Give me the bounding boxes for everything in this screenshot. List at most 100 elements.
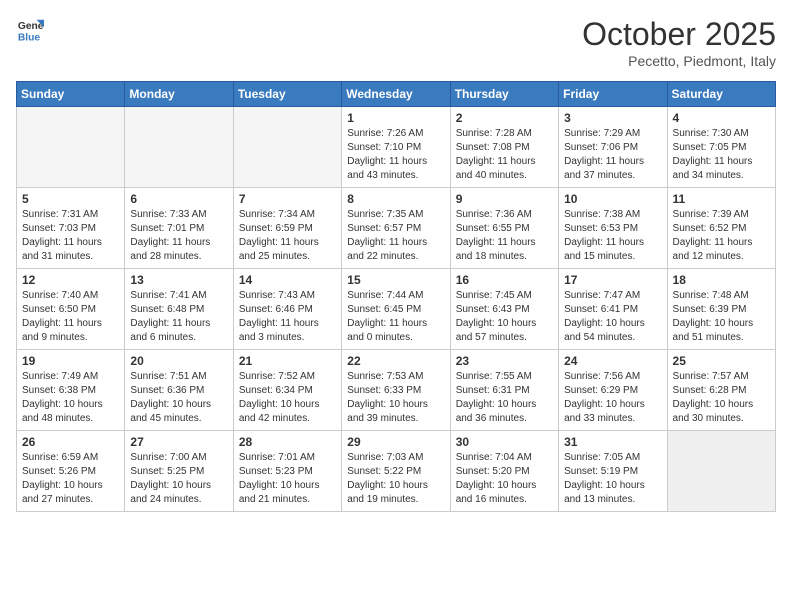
calendar-cell bbox=[667, 431, 775, 512]
page-header: General Blue October 2025 Pecetto, Piedm… bbox=[16, 16, 776, 69]
day-number: 28 bbox=[239, 435, 336, 449]
calendar-cell bbox=[17, 107, 125, 188]
calendar-cell: 22 Sunrise: 7:53 AM Sunset: 6:33 PM Dayli… bbox=[342, 350, 450, 431]
day-number: 1 bbox=[347, 111, 444, 125]
calendar-cell: 14Sunrise: 7:43 AM Sunset: 6:46 PM Dayli… bbox=[233, 269, 341, 350]
day-number: 8 bbox=[347, 192, 444, 206]
calendar-week-row: 5 Sunrise: 7:31 AM Sunset: 7:03 PM Daylig… bbox=[17, 188, 776, 269]
day-number: 20 bbox=[130, 354, 227, 368]
col-sunday: Sunday bbox=[17, 82, 125, 107]
header-row: Sunday Monday Tuesday Wednesday Thursday… bbox=[17, 82, 776, 107]
day-number: 14 bbox=[239, 273, 336, 287]
calendar-cell: 21 Sunrise: 7:52 AM Sunset: 6:34 PM Dayli… bbox=[233, 350, 341, 431]
day-info: Sunrise: 7:55 AM Sunset: 6:31 PM Dayligh… bbox=[456, 370, 553, 426]
calendar-cell: 18 Sunrise: 7:48 AM Sunset: 6:39 PM Dayli… bbox=[667, 269, 775, 350]
day-number: 29 bbox=[347, 435, 444, 449]
day-number: 9 bbox=[456, 192, 553, 206]
svg-text:Blue: Blue bbox=[18, 32, 41, 43]
day-number: 26 bbox=[22, 435, 119, 449]
day-number: 30 bbox=[456, 435, 553, 449]
calendar-cell: 23 Sunrise: 7:55 AM Sunset: 6:31 PM Dayli… bbox=[450, 350, 558, 431]
calendar-cell: 4Sunrise: 7:30 AM Sunset: 7:05 PM Daylig… bbox=[667, 107, 775, 188]
calendar-cell: 11 Sunrise: 7:39 AM Sunset: 6:52 PM Dayli… bbox=[667, 188, 775, 269]
calendar-week-row: 12 Sunrise: 7:40 AM Sunset: 6:50 PM Dayli… bbox=[17, 269, 776, 350]
calendar-cell: 1Sunrise: 7:26 AM Sunset: 7:10 PM Daylig… bbox=[342, 107, 450, 188]
day-number: 7 bbox=[239, 192, 336, 206]
calendar-cell: 12 Sunrise: 7:40 AM Sunset: 6:50 PM Dayli… bbox=[17, 269, 125, 350]
calendar-cell: 7 Sunrise: 7:34 AM Sunset: 6:59 PM Daylig… bbox=[233, 188, 341, 269]
col-friday: Friday bbox=[559, 82, 667, 107]
calendar-cell: 29 Sunrise: 7:03 AM Sunset: 5:22 PM Dayli… bbox=[342, 431, 450, 512]
calendar-week-row: 1Sunrise: 7:26 AM Sunset: 7:10 PM Daylig… bbox=[17, 107, 776, 188]
day-number: 27 bbox=[130, 435, 227, 449]
day-number: 18 bbox=[673, 273, 770, 287]
col-wednesday: Wednesday bbox=[342, 82, 450, 107]
day-info: Sunrise: 7:49 AM Sunset: 6:38 PM Dayligh… bbox=[22, 370, 119, 426]
day-number: 5 bbox=[22, 192, 119, 206]
day-number: 2 bbox=[456, 111, 553, 125]
calendar-cell: 16 Sunrise: 7:45 AM Sunset: 6:43 PM Dayli… bbox=[450, 269, 558, 350]
calendar-cell: 26 Sunrise: 6:59 AM Sunset: 5:26 PM Dayli… bbox=[17, 431, 125, 512]
calendar-cell: 25Sunrise: 7:57 AM Sunset: 6:28 PM Dayli… bbox=[667, 350, 775, 431]
day-info: Sunrise: 7:05 AM Sunset: 5:19 PM Dayligh… bbox=[564, 451, 661, 507]
day-number: 10 bbox=[564, 192, 661, 206]
day-info: Sunrise: 7:53 AM Sunset: 6:33 PM Dayligh… bbox=[347, 370, 444, 426]
day-number: 31 bbox=[564, 435, 661, 449]
day-number: 16 bbox=[456, 273, 553, 287]
day-number: 23 bbox=[456, 354, 553, 368]
day-info: Sunrise: 7:30 AM Sunset: 7:05 PM Dayligh… bbox=[673, 127, 770, 183]
day-info: Sunrise: 7:39 AM Sunset: 6:52 PM Dayligh… bbox=[673, 208, 770, 264]
col-saturday: Saturday bbox=[667, 82, 775, 107]
calendar-cell: 24Sunrise: 7:56 AM Sunset: 6:29 PM Dayli… bbox=[559, 350, 667, 431]
day-info: Sunrise: 7:51 AM Sunset: 6:36 PM Dayligh… bbox=[130, 370, 227, 426]
day-info: Sunrise: 7:40 AM Sunset: 6:50 PM Dayligh… bbox=[22, 289, 119, 345]
day-info: Sunrise: 7:01 AM Sunset: 5:23 PM Dayligh… bbox=[239, 451, 336, 507]
day-number: 19 bbox=[22, 354, 119, 368]
day-info: Sunrise: 7:31 AM Sunset: 7:03 PM Dayligh… bbox=[22, 208, 119, 264]
day-number: 11 bbox=[673, 192, 770, 206]
calendar-cell: 17Sunrise: 7:47 AM Sunset: 6:41 PM Dayli… bbox=[559, 269, 667, 350]
day-number: 12 bbox=[22, 273, 119, 287]
day-info: Sunrise: 7:38 AM Sunset: 6:53 PM Dayligh… bbox=[564, 208, 661, 264]
day-number: 3 bbox=[564, 111, 661, 125]
day-info: Sunrise: 7:52 AM Sunset: 6:34 PM Dayligh… bbox=[239, 370, 336, 426]
day-info: Sunrise: 7:04 AM Sunset: 5:20 PM Dayligh… bbox=[456, 451, 553, 507]
day-number: 21 bbox=[239, 354, 336, 368]
day-number: 24 bbox=[564, 354, 661, 368]
calendar-cell: 13Sunrise: 7:41 AM Sunset: 6:48 PM Dayli… bbox=[125, 269, 233, 350]
calendar-cell: 9Sunrise: 7:36 AM Sunset: 6:55 PM Daylig… bbox=[450, 188, 558, 269]
day-info: Sunrise: 7:03 AM Sunset: 5:22 PM Dayligh… bbox=[347, 451, 444, 507]
calendar-cell: 6 Sunrise: 7:33 AM Sunset: 7:01 PM Daylig… bbox=[125, 188, 233, 269]
calendar-cell bbox=[233, 107, 341, 188]
day-number: 15 bbox=[347, 273, 444, 287]
day-number: 6 bbox=[130, 192, 227, 206]
day-info: Sunrise: 7:28 AM Sunset: 7:08 PM Dayligh… bbox=[456, 127, 553, 183]
day-info: Sunrise: 7:48 AM Sunset: 6:39 PM Dayligh… bbox=[673, 289, 770, 345]
day-info: Sunrise: 7:29 AM Sunset: 7:06 PM Dayligh… bbox=[564, 127, 661, 183]
title-block: October 2025 Pecetto, Piedmont, Italy bbox=[582, 16, 776, 69]
calendar-cell: 30 Sunrise: 7:04 AM Sunset: 5:20 PM Dayli… bbox=[450, 431, 558, 512]
calendar-cell: 10 Sunrise: 7:38 AM Sunset: 6:53 PM Dayli… bbox=[559, 188, 667, 269]
calendar-cell bbox=[125, 107, 233, 188]
logo: General Blue bbox=[16, 16, 44, 44]
day-info: Sunrise: 7:41 AM Sunset: 6:48 PM Dayligh… bbox=[130, 289, 227, 345]
day-info: Sunrise: 7:33 AM Sunset: 7:01 PM Dayligh… bbox=[130, 208, 227, 264]
calendar-cell: 19 Sunrise: 7:49 AM Sunset: 6:38 PM Dayli… bbox=[17, 350, 125, 431]
day-info: Sunrise: 7:34 AM Sunset: 6:59 PM Dayligh… bbox=[239, 208, 336, 264]
calendar-cell: 3 Sunrise: 7:29 AM Sunset: 7:06 PM Daylig… bbox=[559, 107, 667, 188]
calendar-cell: 8Sunrise: 7:35 AM Sunset: 6:57 PM Daylig… bbox=[342, 188, 450, 269]
day-number: 25 bbox=[673, 354, 770, 368]
calendar-title: October 2025 bbox=[582, 16, 776, 53]
calendar-cell: 20 Sunrise: 7:51 AM Sunset: 6:36 PM Dayli… bbox=[125, 350, 233, 431]
day-info: Sunrise: 6:59 AM Sunset: 5:26 PM Dayligh… bbox=[22, 451, 119, 507]
col-thursday: Thursday bbox=[450, 82, 558, 107]
calendar-cell: 28 Sunrise: 7:01 AM Sunset: 5:23 PM Dayli… bbox=[233, 431, 341, 512]
calendar-cell: 31 Sunrise: 7:05 AM Sunset: 5:19 PM Dayli… bbox=[559, 431, 667, 512]
logo-icon: General Blue bbox=[16, 16, 44, 44]
day-number: 22 bbox=[347, 354, 444, 368]
day-number: 17 bbox=[564, 273, 661, 287]
day-info: Sunrise: 7:45 AM Sunset: 6:43 PM Dayligh… bbox=[456, 289, 553, 345]
calendar-cell: 5 Sunrise: 7:31 AM Sunset: 7:03 PM Daylig… bbox=[17, 188, 125, 269]
col-tuesday: Tuesday bbox=[233, 82, 341, 107]
calendar-cell: 15Sunrise: 7:44 AM Sunset: 6:45 PM Dayli… bbox=[342, 269, 450, 350]
